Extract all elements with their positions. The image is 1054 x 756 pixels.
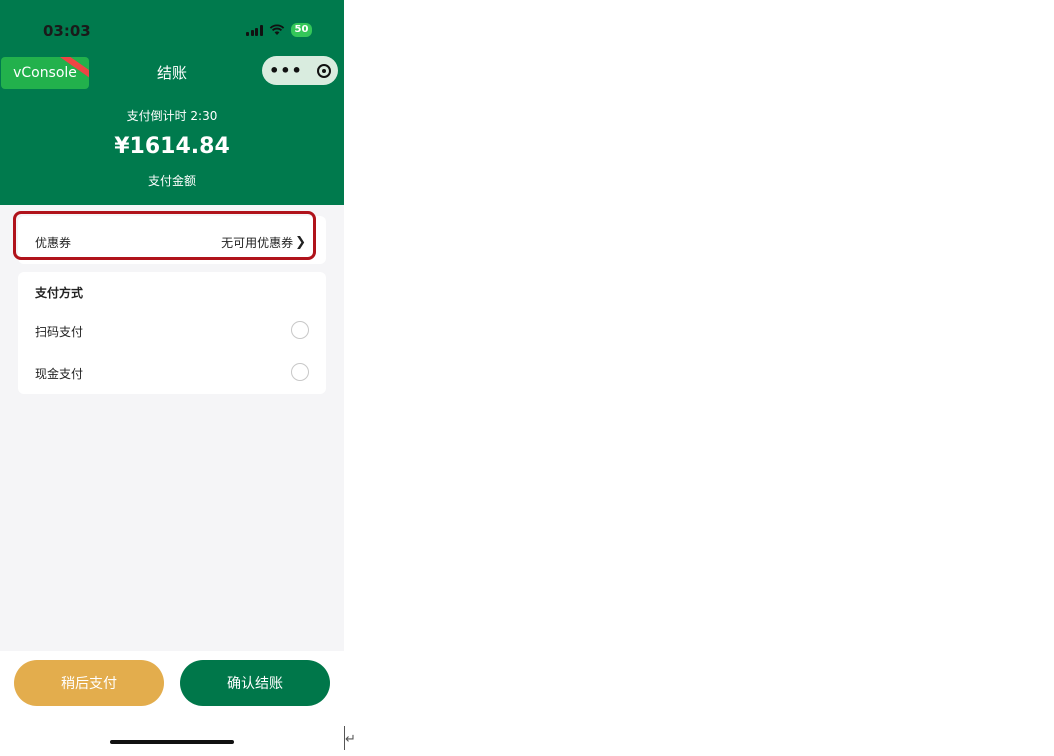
mini-program-capsule: ••• [262, 56, 338, 85]
payment-amount: ¥1614.84 [114, 134, 230, 159]
phone-screen: 03:03 50 vConsole 结账 ••• 支付倒计时 2:30 ¥161… [0, 0, 344, 756]
payment-countdown: 支付倒计时 2:30 [126, 109, 218, 123]
status-time: 03:03 [43, 22, 91, 40]
wifi-icon [269, 24, 284, 35]
return-icon: ↵ [345, 732, 356, 747]
confirm-checkout-button[interactable]: 确认结账 [180, 660, 330, 706]
payment-method-scan[interactable]: 扫码支付 [18, 316, 326, 346]
battery-icon: 50 [290, 23, 313, 37]
status-icons: 50 [246, 23, 313, 37]
radio-icon[interactable] [291, 321, 309, 339]
payment-amount-label: 支付金额 [147, 174, 196, 188]
close-target-icon[interactable] [316, 63, 331, 78]
payment-method-label: 现金支付 [35, 367, 84, 381]
pay-later-button[interactable]: 稍后支付 [14, 660, 164, 706]
more-dots-icon[interactable]: ••• [269, 61, 303, 80]
payment-method-title: 支付方式 [35, 286, 84, 300]
coupon-value: 无可用优惠券 ❯ [221, 234, 306, 251]
payment-method-cash[interactable]: 现金支付 [18, 358, 326, 388]
home-indicator [110, 740, 234, 744]
coupon-label: 优惠券 [35, 236, 72, 250]
signal-icon [246, 24, 263, 36]
coupon-value-text: 无可用优惠券 [221, 236, 294, 250]
footer-bar: 稍后支付 确认结账 [0, 651, 344, 756]
coupon-row[interactable]: 优惠券 无可用优惠券 ❯ [18, 216, 326, 264]
payment-method-label: 扫码支付 [35, 325, 84, 339]
header: 03:03 50 vConsole 结账 ••• 支付倒计时 2:30 ¥161… [0, 0, 344, 205]
chevron-right-icon: ❯ [295, 235, 306, 250]
radio-icon[interactable] [291, 363, 309, 381]
payment-method-card: 支付方式 扫码支付 现金支付 [18, 272, 326, 394]
